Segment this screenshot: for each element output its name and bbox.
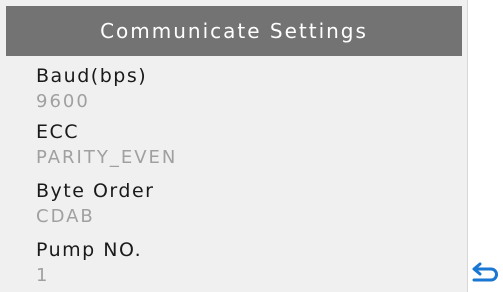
panel-divider [467,0,468,292]
return-arrow-icon [472,262,498,282]
setting-label: Byte Order [36,180,155,202]
setting-value: 1 [36,265,50,286]
back-button[interactable] [471,262,499,284]
setting-label: Pump NO. [36,239,143,261]
page-title: Communicate Settings [100,19,368,43]
settings-header: Communicate Settings [6,6,462,56]
setting-byte-order[interactable]: Byte Order CDAB [36,179,154,229]
setting-value: 9600 [36,91,90,112]
setting-label: ECC [36,121,80,143]
setting-baud-rate[interactable]: Baud(bps) 9600 [36,64,147,114]
setting-pump-number[interactable]: Pump NO. 1 [36,238,142,288]
setting-label: Baud(bps) [36,65,148,87]
setting-ecc[interactable]: ECC PARITY_EVEN [36,120,177,170]
setting-value: CDAB [36,206,95,227]
setting-value: PARITY_EVEN [36,147,178,168]
settings-panel: Communicate Settings Baud(bps) 9600 ECC … [0,0,467,292]
